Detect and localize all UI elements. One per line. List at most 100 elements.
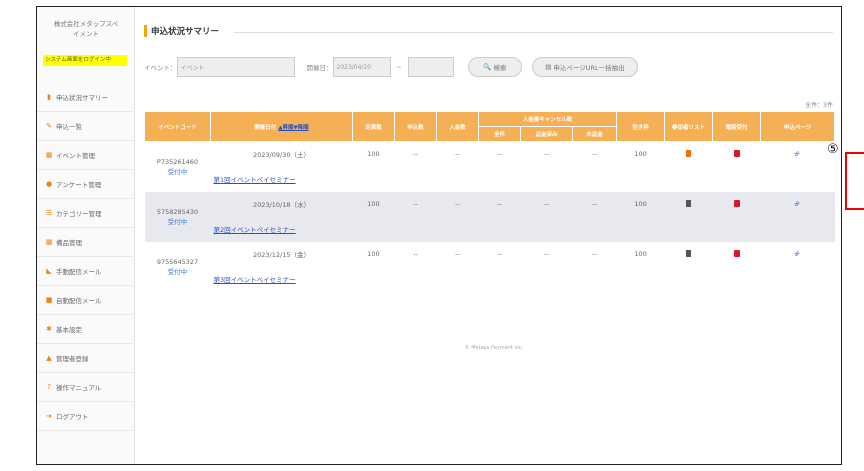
sidebar-item-summary[interactable]: ▮ 申込状況サマリー xyxy=(37,83,135,112)
sidebar-item-applications[interactable]: ✎ 申込一覧 xyxy=(37,112,135,141)
app-page-cell: ∞ xyxy=(760,191,835,217)
company-name-line1: 株式会社メタップスペ xyxy=(53,20,119,28)
link-icon[interactable]: ∞ xyxy=(792,148,803,159)
table-row-sub: 第2回イベントペイセミナー xyxy=(145,216,835,242)
search-button-label: 検索 xyxy=(493,64,507,72)
cancel-refunded-cell: -- xyxy=(520,141,573,167)
participant-list-icon[interactable] xyxy=(686,149,692,157)
header-event-code: イベントコード xyxy=(144,111,211,142)
header-cancel-refunded: 返金済み xyxy=(520,126,573,142)
search-button[interactable]: 🔍 検索 xyxy=(467,57,522,77)
sidebar-item-admin[interactable]: ▲ 管理者登録 xyxy=(37,344,135,373)
sidebar-item-basic-settings[interactable]: ✱ 基本設定 xyxy=(37,315,135,344)
payments-cell: -- xyxy=(436,141,479,167)
sidebar-item-manual[interactable]: ? 操作マニュアル xyxy=(37,373,135,402)
link-icon[interactable]: ∞ xyxy=(792,248,803,259)
event-label: イベント： xyxy=(144,64,177,72)
annotation-number: ⑤ xyxy=(827,142,839,157)
cancel-unrefunded-cell: -- xyxy=(572,191,617,217)
phone-reception-icon[interactable] xyxy=(733,249,740,257)
spacer-cell xyxy=(760,166,835,192)
logout-icon: ➜ xyxy=(46,412,52,420)
page-title-text: 申込状況サマリー xyxy=(151,27,220,37)
extract-url-button[interactable]: ▤ 申込ページURL一括抽出 xyxy=(531,57,638,77)
sort-asc-link[interactable]: ▲昇順 xyxy=(278,125,293,131)
event-input[interactable]: イベント xyxy=(176,57,295,77)
status-text: 受付中 xyxy=(167,217,188,226)
sidebar-item-equipment[interactable]: ▦ 備品管理 xyxy=(37,228,135,257)
chart-icon: ▮ xyxy=(47,93,51,101)
cancel-all-cell: -- xyxy=(478,141,521,167)
vacancy-cell: 100 xyxy=(616,191,665,217)
sidebar-item-label: 手動配信メール xyxy=(56,268,102,276)
applications-cell: -- xyxy=(394,141,437,167)
event-name-link[interactable]: 第3回イベントペイセミナー xyxy=(214,276,296,284)
sidebar-item-label: ログアウト xyxy=(56,413,89,421)
phone-reception-icon[interactable] xyxy=(733,149,740,157)
sidebar-item-label: 自動配信メール xyxy=(56,297,102,305)
sort-desc-link[interactable]: ▼降順 xyxy=(293,125,308,131)
cancel-refunded-cell: -- xyxy=(520,241,573,267)
applications-cell: -- xyxy=(394,191,437,217)
event-code-cell: 5758285430 受付中 xyxy=(144,191,211,242)
event-name-cell: 第3回イベントペイセミナー xyxy=(210,266,761,292)
grid-icon: ▦ xyxy=(45,238,53,246)
sidebar-menu: ▮ 申込状況サマリー ✎ 申込一覧 ▦ イベント管理 ● アンケート管理 ☰ カ… xyxy=(37,83,135,431)
app-window: 株式会社メタップスペ イメント システム画面をログイン中 ▮ 申込状況サマリー … xyxy=(36,6,864,465)
event-code: P735261460 xyxy=(156,157,199,166)
date-cell: 2023/09/30（土） xyxy=(210,141,353,167)
sidebar-item-label: 申込状況サマリー xyxy=(56,94,108,102)
date-range-separator: ~ xyxy=(396,63,402,71)
table-row-sub: 第3回イベントペイセミナー xyxy=(145,266,835,292)
link-icon[interactable]: ∞ xyxy=(792,198,803,209)
sidebar-item-label: 管理者登録 xyxy=(56,355,89,363)
date-to-input[interactable] xyxy=(407,57,454,77)
participant-list-icon[interactable] xyxy=(686,199,692,207)
header-vacancy: 空き枠 xyxy=(616,111,666,142)
participants-cell xyxy=(664,141,713,167)
event-name-link[interactable]: 第1回イベントペイセミナー xyxy=(214,176,296,184)
applications-cell: -- xyxy=(394,241,437,267)
help-icon: ? xyxy=(47,383,51,391)
rss-icon: ◣ xyxy=(46,267,52,275)
sidebar-item-categories[interactable]: ☰ カテゴリー管理 xyxy=(37,199,135,228)
main-content: 申込状況サマリー イベント： イベント 開催日： 2023/04/20 ~ 🔍 … xyxy=(144,7,864,464)
table-row-sub: 第1回イベントペイセミナー xyxy=(145,166,835,192)
header-app-page: 申込ページ xyxy=(760,111,836,142)
header-payments: 入金数 xyxy=(436,111,479,142)
user-icon: ▲ xyxy=(46,354,52,362)
total-count: 全件：3件 xyxy=(805,102,833,109)
phone-cell xyxy=(712,141,761,167)
summary-table: イベントコード 開催日付 ▲昇順▼降順 定員数 申込数 入金数 入金後キャンセル… xyxy=(144,111,836,292)
sidebar-item-label: 基本設定 xyxy=(56,326,82,334)
search-icon: 🔍 xyxy=(483,63,492,71)
extract-url-button-label: 申込ページURL一括抽出 xyxy=(553,64,625,72)
phone-cell xyxy=(712,191,761,217)
header-applications: 申込数 xyxy=(394,111,437,142)
participant-list-icon[interactable] xyxy=(686,249,692,257)
event-code-cell: 9755645327 受付中 xyxy=(144,241,211,292)
system-login-badge: システム画面をログイン中 xyxy=(43,55,127,66)
date-label: 開催日： xyxy=(306,64,333,72)
sidebar-item-logout[interactable]: ➜ ログアウト xyxy=(37,402,135,431)
pen-icon: ✎ xyxy=(46,122,52,130)
sidebar-item-surveys[interactable]: ● アンケート管理 xyxy=(37,170,135,199)
sidebar-item-manual-mail[interactable]: ◣ 手動配信メール xyxy=(37,257,135,286)
cancel-refunded-cell: -- xyxy=(520,191,573,217)
sidebar-item-label: 備品管理 xyxy=(56,239,82,247)
event-name-link[interactable]: 第2回イベントペイセミナー xyxy=(214,226,296,234)
date-from-input[interactable]: 2023/04/20 xyxy=(332,57,391,77)
gear-icon: ● xyxy=(45,180,53,188)
sidebar-item-events[interactable]: ▦ イベント管理 xyxy=(37,141,135,170)
payments-cell: -- xyxy=(436,241,479,267)
table-row: P735261460 受付中 2023/09/30（土） 100 -- -- -… xyxy=(144,141,835,192)
cancel-all-cell: -- xyxy=(478,191,521,217)
cancel-unrefunded-cell: -- xyxy=(572,241,617,267)
sidebar-item-auto-mail[interactable]: ■ 自動配信メール xyxy=(37,286,135,315)
event-code: 5758285430 xyxy=(156,207,199,216)
phone-reception-icon[interactable] xyxy=(733,199,740,207)
phone-cell xyxy=(712,241,761,267)
search-form: イベント： イベント 開催日： 2023/04/20 ~ 🔍 検索 ▤ 申込ペー… xyxy=(144,56,638,78)
header-date-label: 開催日付 xyxy=(254,124,279,131)
date-cell: 2023/12/15（金） xyxy=(210,241,353,267)
